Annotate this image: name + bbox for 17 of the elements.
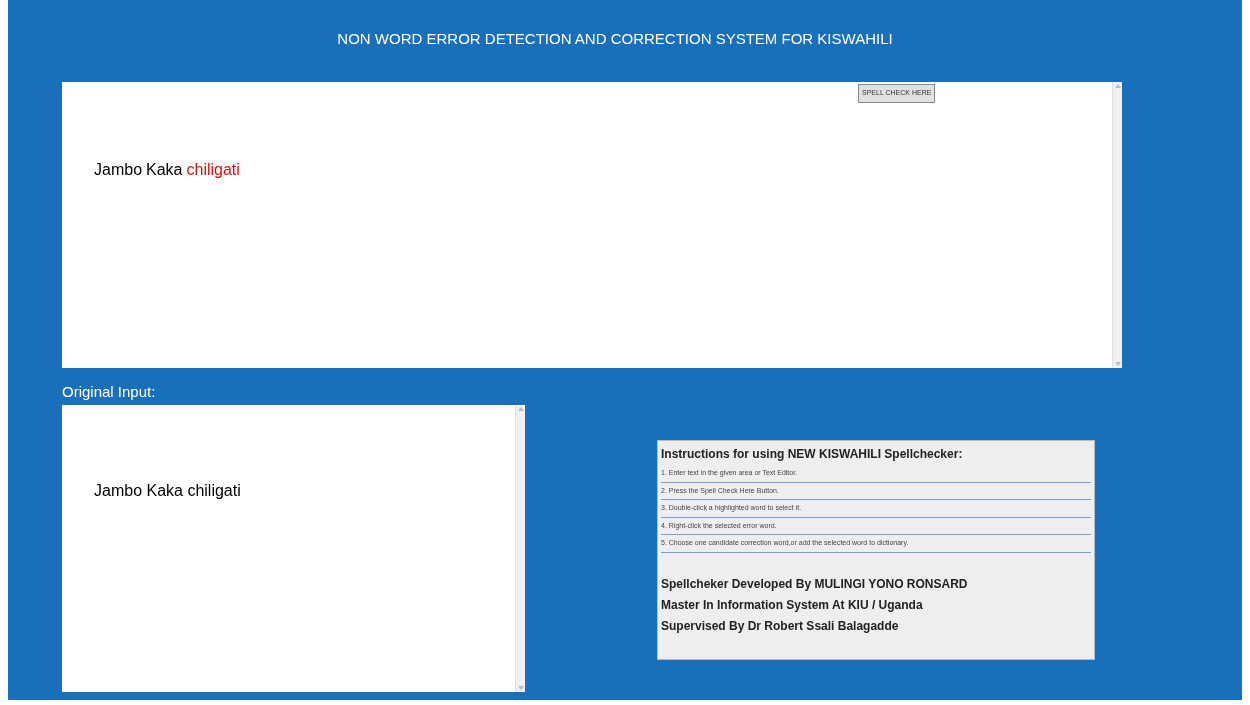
credit-line: Master In Information System At KIU / Uganda	[661, 596, 924, 614]
scrollbar[interactable]	[515, 405, 525, 692]
scroll-down-icon[interactable]	[517, 686, 524, 690]
credit-line: Spellcheker Developed By MULINGI YONO RONSARD	[661, 575, 969, 593]
scroll-down-icon[interactable]	[1114, 362, 1121, 366]
scroll-up-icon[interactable]	[1114, 84, 1121, 88]
app-title: NON WORD ERROR DETECTION AND CORRECTION SYSTEM FOR KISWAHILI	[337, 29, 893, 49]
scroll-up-icon[interactable]	[517, 407, 524, 411]
original-input-text: Jambo Kaka chiligati	[94, 482, 241, 499]
original-input-label: Original Input:	[62, 381, 156, 402]
editor-word: Jambo	[94, 160, 143, 180]
editor-word: Kaka	[146, 160, 183, 180]
original-input-field[interactable]: Jambo Kaka chiligati	[62, 405, 525, 692]
credit-line: Supervised By Dr Robert Ssali Balagadde	[661, 617, 900, 635]
instructions-heading: Instructions for using NEW KISWAHILI Spellchecker:	[661, 446, 964, 463]
misspelled-word: chiligati	[186, 160, 240, 180]
scrollbar[interactable]	[1112, 82, 1122, 368]
